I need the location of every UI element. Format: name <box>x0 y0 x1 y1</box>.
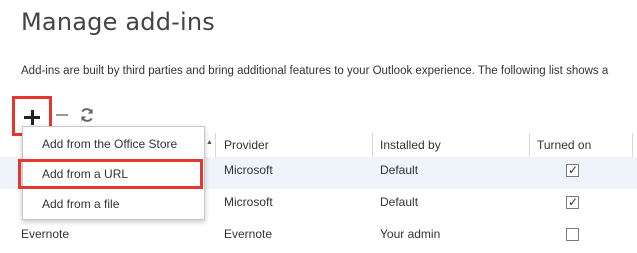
addin-name: Evernote <box>21 227 70 241</box>
addin-provider: Microsoft <box>224 195 273 209</box>
menu-item-office-store[interactable]: Add from the Office Store <box>23 129 204 159</box>
addin-installed-by: Default <box>380 163 419 177</box>
menu-item-label: Add from a file <box>42 197 120 211</box>
menu-item-from-file[interactable]: Add from a file <box>23 189 204 219</box>
menu-item-from-url[interactable]: Add from a URL <box>18 159 203 189</box>
add-menu: Add from the Office Store Add from a URL… <box>18 126 205 220</box>
page-title: Manage add-ins <box>21 8 215 36</box>
minus-icon[interactable] <box>56 114 68 116</box>
refresh-icon[interactable] <box>78 106 96 124</box>
column-divider <box>632 133 633 157</box>
checkmark-icon: ✓ <box>568 195 579 209</box>
column-header-installed-by[interactable]: Installed by <box>380 138 441 152</box>
table-row[interactable]: Evernote Evernote Your admin <box>0 221 637 253</box>
addin-installed-by: Your admin <box>380 227 441 241</box>
addin-installed-by: Default <box>380 195 419 209</box>
checkmark-icon: ✓ <box>568 163 579 177</box>
column-divider <box>529 133 530 157</box>
menu-item-label: Add from the Office Store <box>42 137 178 151</box>
turned-on-checkbox[interactable]: ✓ <box>566 163 579 177</box>
turned-on-checkbox[interactable] <box>566 228 579 241</box>
sort-ascending-icon[interactable]: ▲ <box>206 139 213 146</box>
addin-provider: Evernote <box>224 227 273 241</box>
addin-provider: Microsoft <box>224 163 273 177</box>
menu-item-label: Add from a URL <box>42 167 129 181</box>
page-description: Add-ins are built by third parties and b… <box>21 65 609 77</box>
column-divider <box>215 133 216 157</box>
column-divider <box>372 133 373 157</box>
column-header-provider[interactable]: Provider <box>224 138 269 152</box>
turned-on-checkbox[interactable]: ✓ <box>566 195 579 209</box>
column-header-turned-on[interactable]: Turned on <box>537 138 591 152</box>
